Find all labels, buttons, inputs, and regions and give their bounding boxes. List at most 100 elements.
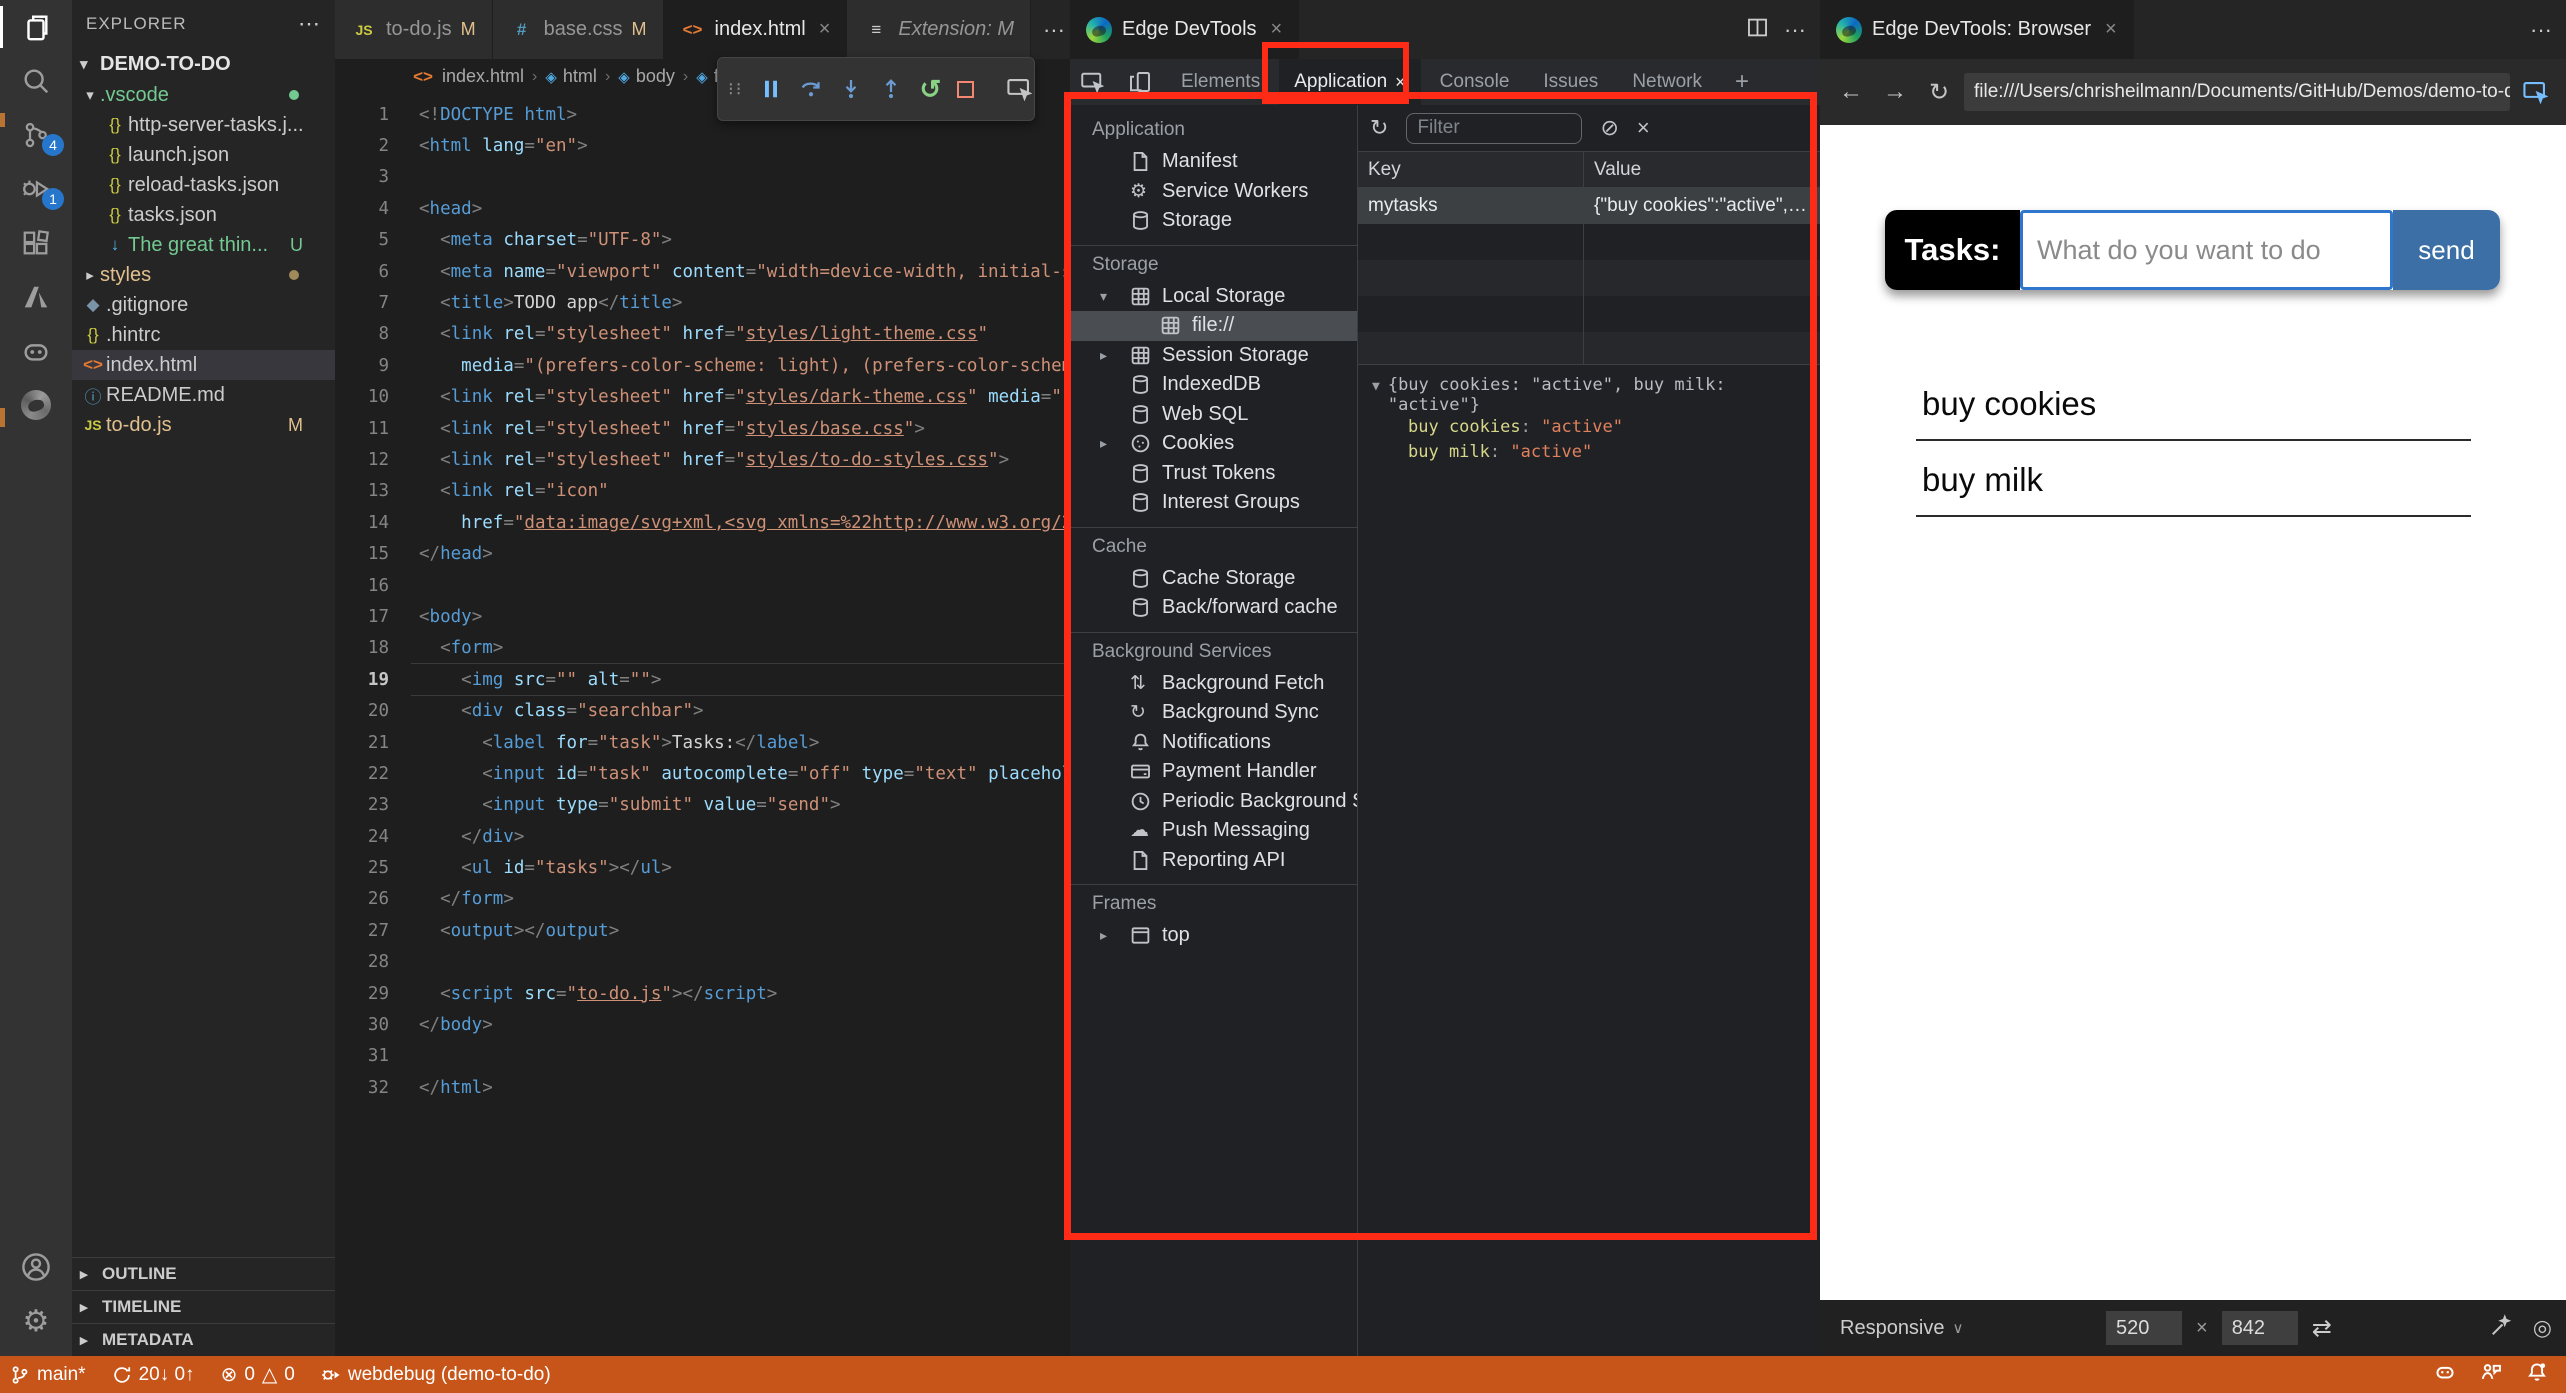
screencast-icon[interactable] xyxy=(1006,76,1033,102)
code-line-31[interactable]: 31 xyxy=(335,1041,1070,1072)
copilot-icon[interactable] xyxy=(2434,1361,2456,1389)
breadcrumb-item[interactable]: <> index.html xyxy=(410,66,524,87)
code-line-7[interactable]: 7 < title > TODO app </title > xyxy=(335,287,1070,318)
tree-item-file-[interactable]: file:// xyxy=(1070,311,1357,341)
send-button[interactable]: send xyxy=(2393,210,2500,290)
tree-item-indexeddb[interactable]: IndexedDB xyxy=(1070,370,1357,400)
tool-tab-elements[interactable]: Elements xyxy=(1166,59,1275,105)
tree-item-interest-groups[interactable]: Interest Groups xyxy=(1070,488,1357,518)
refresh-icon[interactable]: ↻ xyxy=(1370,115,1388,141)
explorer-more-actions-icon[interactable]: ⋯ xyxy=(298,11,321,37)
feedback-icon[interactable] xyxy=(2480,1361,2502,1389)
breadcrumb-item[interactable]: ◈ body xyxy=(618,66,675,87)
code-line-22[interactable]: 22 < input id = "task" autocomplete = "off" t… xyxy=(335,758,1070,789)
code-line-4[interactable]: 4 < head > xyxy=(335,193,1070,224)
inspect-tool-icon[interactable] xyxy=(1070,70,1114,94)
tree-item-trust-tokens[interactable]: Trust Tokens xyxy=(1070,459,1357,489)
url-bar[interactable]: file:///Users/chrisheilmann/Documents/Gi… xyxy=(1964,73,2510,111)
tree-item-cache-storage[interactable]: Cache Storage xyxy=(1070,564,1357,594)
file-.hintrc[interactable]: {} .hintrc xyxy=(72,320,335,350)
code-line-24[interactable]: 24 </div > xyxy=(335,821,1070,852)
explorer-root-folder[interactable]: ▾ DEMO-TO-DO xyxy=(72,48,335,80)
tree-item-notifications[interactable]: Notifications xyxy=(1070,728,1357,758)
activity-edge[interactable] xyxy=(0,378,72,432)
code-line-26[interactable]: 26 </form > xyxy=(335,884,1070,915)
git-branch-status[interactable]: main* xyxy=(10,1364,86,1386)
activity-azure[interactable] xyxy=(0,270,72,324)
emulate-idle-icon[interactable]: ◎ xyxy=(2533,1315,2552,1341)
preview-summary[interactable]: {buy cookies: "active", buy milk: "activ… xyxy=(1388,375,1820,415)
code-line-28[interactable]: 28 xyxy=(335,947,1070,978)
devtools-panel-tab[interactable]: Edge DevTools × xyxy=(1070,0,1300,59)
device-toolbar-icon[interactable] xyxy=(1118,70,1162,94)
tree-item-top[interactable]: ▸ top xyxy=(1070,921,1357,951)
tree-item-session-storage[interactable]: ▸ Session Storage xyxy=(1070,341,1357,371)
file-http-server-tasks.j...[interactable]: {} http-server-tasks.j... xyxy=(72,110,335,140)
reload-icon[interactable]: ↻ xyxy=(1920,73,1958,111)
preview-entry[interactable]: buy milk: "active" xyxy=(1372,440,1820,465)
code-editor[interactable]: 1 <! DOCTYPE html >2 < html lang = "en" >3 4 < head… xyxy=(335,94,1070,1356)
code-line-19[interactable]: 19 < img src = "" alt = "" > xyxy=(335,664,1070,695)
more-actions-icon[interactable]: ··· xyxy=(1784,17,1806,43)
code-line-3[interactable]: 3 xyxy=(335,162,1070,193)
code-line-11[interactable]: 11 < link rel = "stylesheet" href = " styles/b… xyxy=(335,413,1070,444)
activity-account[interactable] xyxy=(0,1240,72,1294)
tree-item-cookies[interactable]: ▸ Cookies xyxy=(1070,429,1357,459)
code-line-27[interactable]: 27 < output > </output > xyxy=(335,915,1070,946)
file-reload-tasks.json[interactable]: {} reload-tasks.json xyxy=(72,170,335,200)
tool-tab-application[interactable]: Application × xyxy=(1279,59,1421,105)
file-styles[interactable]: ▸ styles xyxy=(72,260,335,290)
column-header-key[interactable]: Key xyxy=(1358,159,1583,181)
drag-grip-icon[interactable]: ⁝⁝ xyxy=(728,79,743,100)
delete-selected-icon[interactable]: × xyxy=(1637,115,1650,141)
editor-tab-Extension: M[interactable]: ≡ Extension: M xyxy=(847,0,1031,59)
inspect-icon[interactable] xyxy=(2516,73,2554,111)
file-README.md[interactable]: ⓘ README.md xyxy=(72,380,335,410)
code-line-12[interactable]: 12 < link rel = "stylesheet" href = " styles/t… xyxy=(335,444,1070,475)
activity-extensions[interactable] xyxy=(0,216,72,270)
code-line-21[interactable]: 21 < label for = "task" > Tasks: </label > xyxy=(335,727,1070,758)
tool-tab-issues[interactable]: Issues xyxy=(1528,59,1613,105)
preview-entry[interactable]: buy cookies: "active" xyxy=(1372,415,1820,440)
restart-icon[interactable]: ↺ xyxy=(919,74,941,104)
close-icon[interactable]: × xyxy=(2105,18,2117,41)
tree-item-local-storage[interactable]: ▾ Local Storage xyxy=(1070,282,1357,312)
filter-input[interactable]: Filter xyxy=(1406,112,1583,144)
task-item[interactable]: buy milk xyxy=(1916,451,2471,517)
tool-tab-network[interactable]: Network xyxy=(1617,59,1717,105)
tree-item-back-forward-cache[interactable]: Back/forward cache xyxy=(1070,593,1357,623)
activity-search[interactable] xyxy=(0,54,72,108)
pause-icon[interactable] xyxy=(759,76,783,102)
editor-tab-index.html[interactable]: <> index.html × xyxy=(663,0,848,59)
activity-copilot[interactable] xyxy=(0,324,72,378)
code-line-20[interactable]: 20 < div class = "searchbar" > xyxy=(335,695,1070,726)
code-line-32[interactable]: 32 </html > xyxy=(335,1072,1070,1103)
triangle-down-icon[interactable]: ▼ xyxy=(1372,379,1380,394)
activity-source-control[interactable]: 4 xyxy=(0,108,72,162)
add-tool-icon[interactable]: + xyxy=(1721,68,1763,96)
step-out-icon[interactable] xyxy=(879,76,903,102)
code-line-8[interactable]: 8 < link rel = "stylesheet" href = " styles/li… xyxy=(335,319,1070,350)
file-.vscode[interactable]: ▾ .vscode xyxy=(72,80,335,110)
code-line-15[interactable]: 15 </head > xyxy=(335,538,1070,569)
git-sync-status[interactable]: 20↓ 0↑ xyxy=(112,1364,195,1386)
editor-tab-to-do.js[interactable]: JS to-do.js M xyxy=(335,0,493,59)
code-line-29[interactable]: 29 < script src = " to-do.js " > </script > xyxy=(335,978,1070,1009)
tool-tab-console[interactable]: Console xyxy=(1425,59,1525,105)
tree-item-manifest[interactable]: Manifest xyxy=(1070,147,1357,177)
activity-settings[interactable]: ⚙ xyxy=(0,1294,72,1348)
code-line-16[interactable]: 16 xyxy=(335,570,1070,601)
close-icon[interactable]: × xyxy=(1271,18,1283,41)
activity-run-and-debug[interactable]: 1 xyxy=(0,162,72,216)
viewport-height-input[interactable]: 842 xyxy=(2221,1311,2298,1345)
file-.gitignore[interactable]: ◆ .gitignore xyxy=(72,290,335,320)
step-over-icon[interactable] xyxy=(799,76,823,102)
tree-item-background-fetch[interactable]: ⇅ Background Fetch xyxy=(1070,669,1357,699)
rotate-viewport-icon[interactable]: ⇄ xyxy=(2312,1314,2332,1343)
stop-icon[interactable] xyxy=(957,76,975,102)
step-into-icon[interactable] xyxy=(839,76,863,102)
task-input[interactable]: What do you want to do xyxy=(2020,210,2393,290)
task-item[interactable]: buy cookies xyxy=(1916,375,2471,441)
file-launch.json[interactable]: {} launch.json xyxy=(72,140,335,170)
tree-item-reporting-api[interactable]: Reporting API xyxy=(1070,846,1357,876)
